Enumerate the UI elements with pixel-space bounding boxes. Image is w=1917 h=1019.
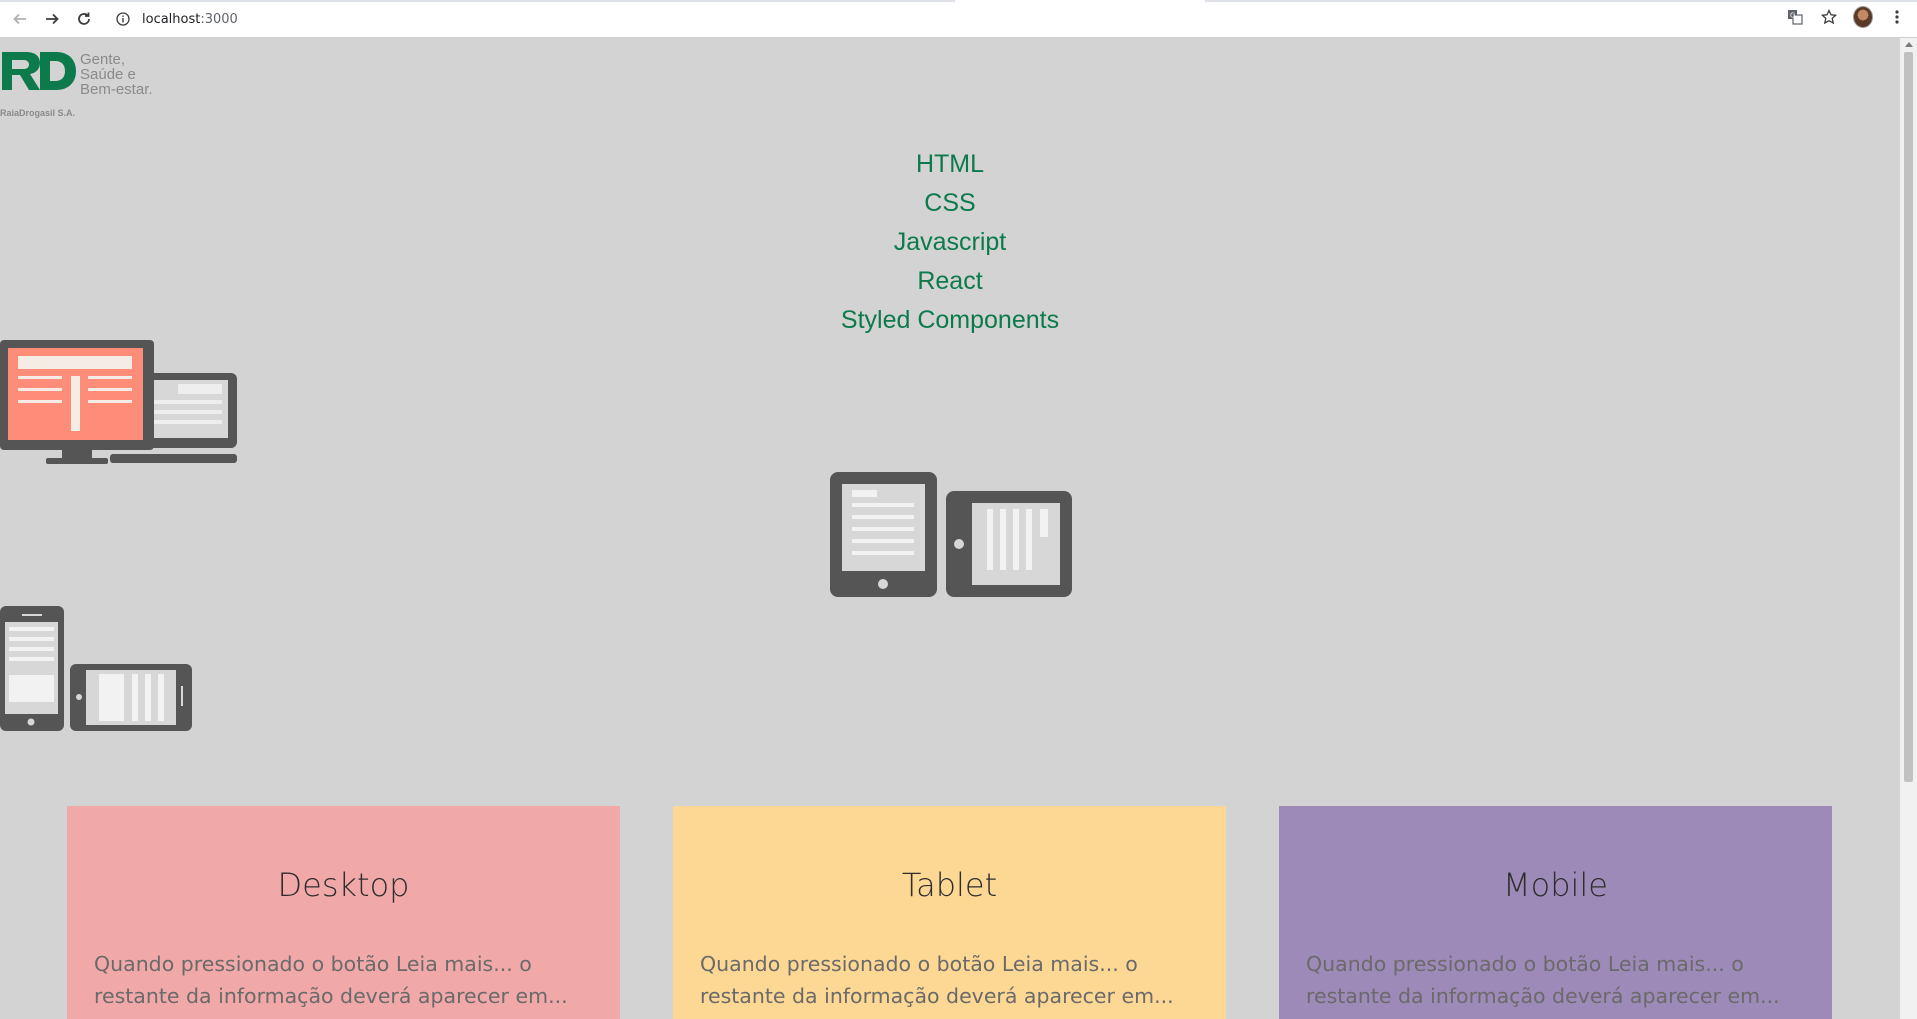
reload-button[interactable] (72, 8, 96, 30)
tech-item-react[interactable]: React (0, 262, 1900, 301)
logo-tagline: Gente, Saúde e Bem-estar. (80, 52, 153, 97)
mobile-devices-icon (0, 606, 192, 731)
toolbar-actions: G (1785, 6, 1907, 28)
active-tab-edge (955, 0, 1205, 3)
raia-drogasil-logo[interactable]: Gente, Saúde e Bem-estar. RaiaDrogasil S… (0, 48, 165, 118)
avatar (1853, 6, 1873, 28)
arrow-left-icon (13, 13, 26, 25)
browser-menu-button[interactable] (1887, 7, 1907, 27)
url-host: localhost (142, 11, 201, 27)
forward-button[interactable] (40, 8, 64, 30)
reload-icon (78, 12, 90, 25)
logo-tagline-line-1: Gente, (80, 51, 126, 68)
scroll-up-arrow-icon[interactable] (1905, 42, 1913, 47)
page-content: Gente, Saúde e Bem-estar. RaiaDrogasil S… (0, 38, 1900, 1019)
url-text: localhost:3000 (142, 12, 238, 27)
card-mobile: Mobile Quando pressionado o botão Leia m… (1279, 806, 1832, 1019)
arrow-right-icon (46, 13, 59, 25)
card-title: Mobile (1503, 866, 1608, 904)
card-text: Quando pressionado o botão Leia mais... … (1306, 952, 1780, 1008)
tech-list: HTML CSS Javascript React Styled Compone… (0, 145, 1900, 340)
tablet-devices-icon (830, 472, 1072, 597)
tech-item-javascript[interactable]: Javascript (0, 223, 1900, 262)
tech-item-css[interactable]: CSS (0, 184, 1900, 223)
svg-text:G: G (1790, 12, 1795, 20)
address-bar[interactable]: localhost:3000 (108, 6, 1773, 32)
kebab-menu-icon (1895, 10, 1899, 24)
card-title: Desktop (277, 866, 410, 904)
desktop-devices-icon (0, 340, 237, 464)
translate-button[interactable]: G (1785, 7, 1805, 27)
card-tablet: Tablet Quando pressionado o botão Leia m… (673, 806, 1226, 1019)
card-title: Tablet (901, 866, 998, 904)
logo-tagline-line-2: Saúde e (80, 66, 136, 83)
translate-icon: G (1788, 10, 1803, 25)
card-desktop: Desktop Quando pressionado o botão Leia … (67, 806, 620, 1019)
star-icon (1821, 9, 1837, 25)
page-scrollbar[interactable] (1900, 38, 1917, 1019)
logo-company-name: RaiaDrogasil S.A. (0, 108, 76, 118)
card-text: Quando pressionado o botão Leia mais... … (700, 952, 1174, 1008)
tech-item-html[interactable]: HTML (0, 145, 1900, 184)
bookmark-button[interactable] (1819, 7, 1839, 27)
info-icon[interactable] (116, 12, 130, 26)
logo-tagline-line-3: Bem-estar. (80, 81, 153, 98)
card-text: Quando pressionado o botão Leia mais... … (94, 952, 568, 1008)
profile-button[interactable] (1853, 6, 1873, 28)
tech-item-styled-components[interactable]: Styled Components (0, 301, 1900, 340)
back-button[interactable] (8, 8, 32, 30)
rd-logo-mark (2, 52, 76, 90)
scrollbar-thumb[interactable] (1904, 52, 1913, 782)
url-port: :3000 (200, 11, 238, 27)
browser-toolbar: localhost:3000 G (0, 0, 1917, 38)
